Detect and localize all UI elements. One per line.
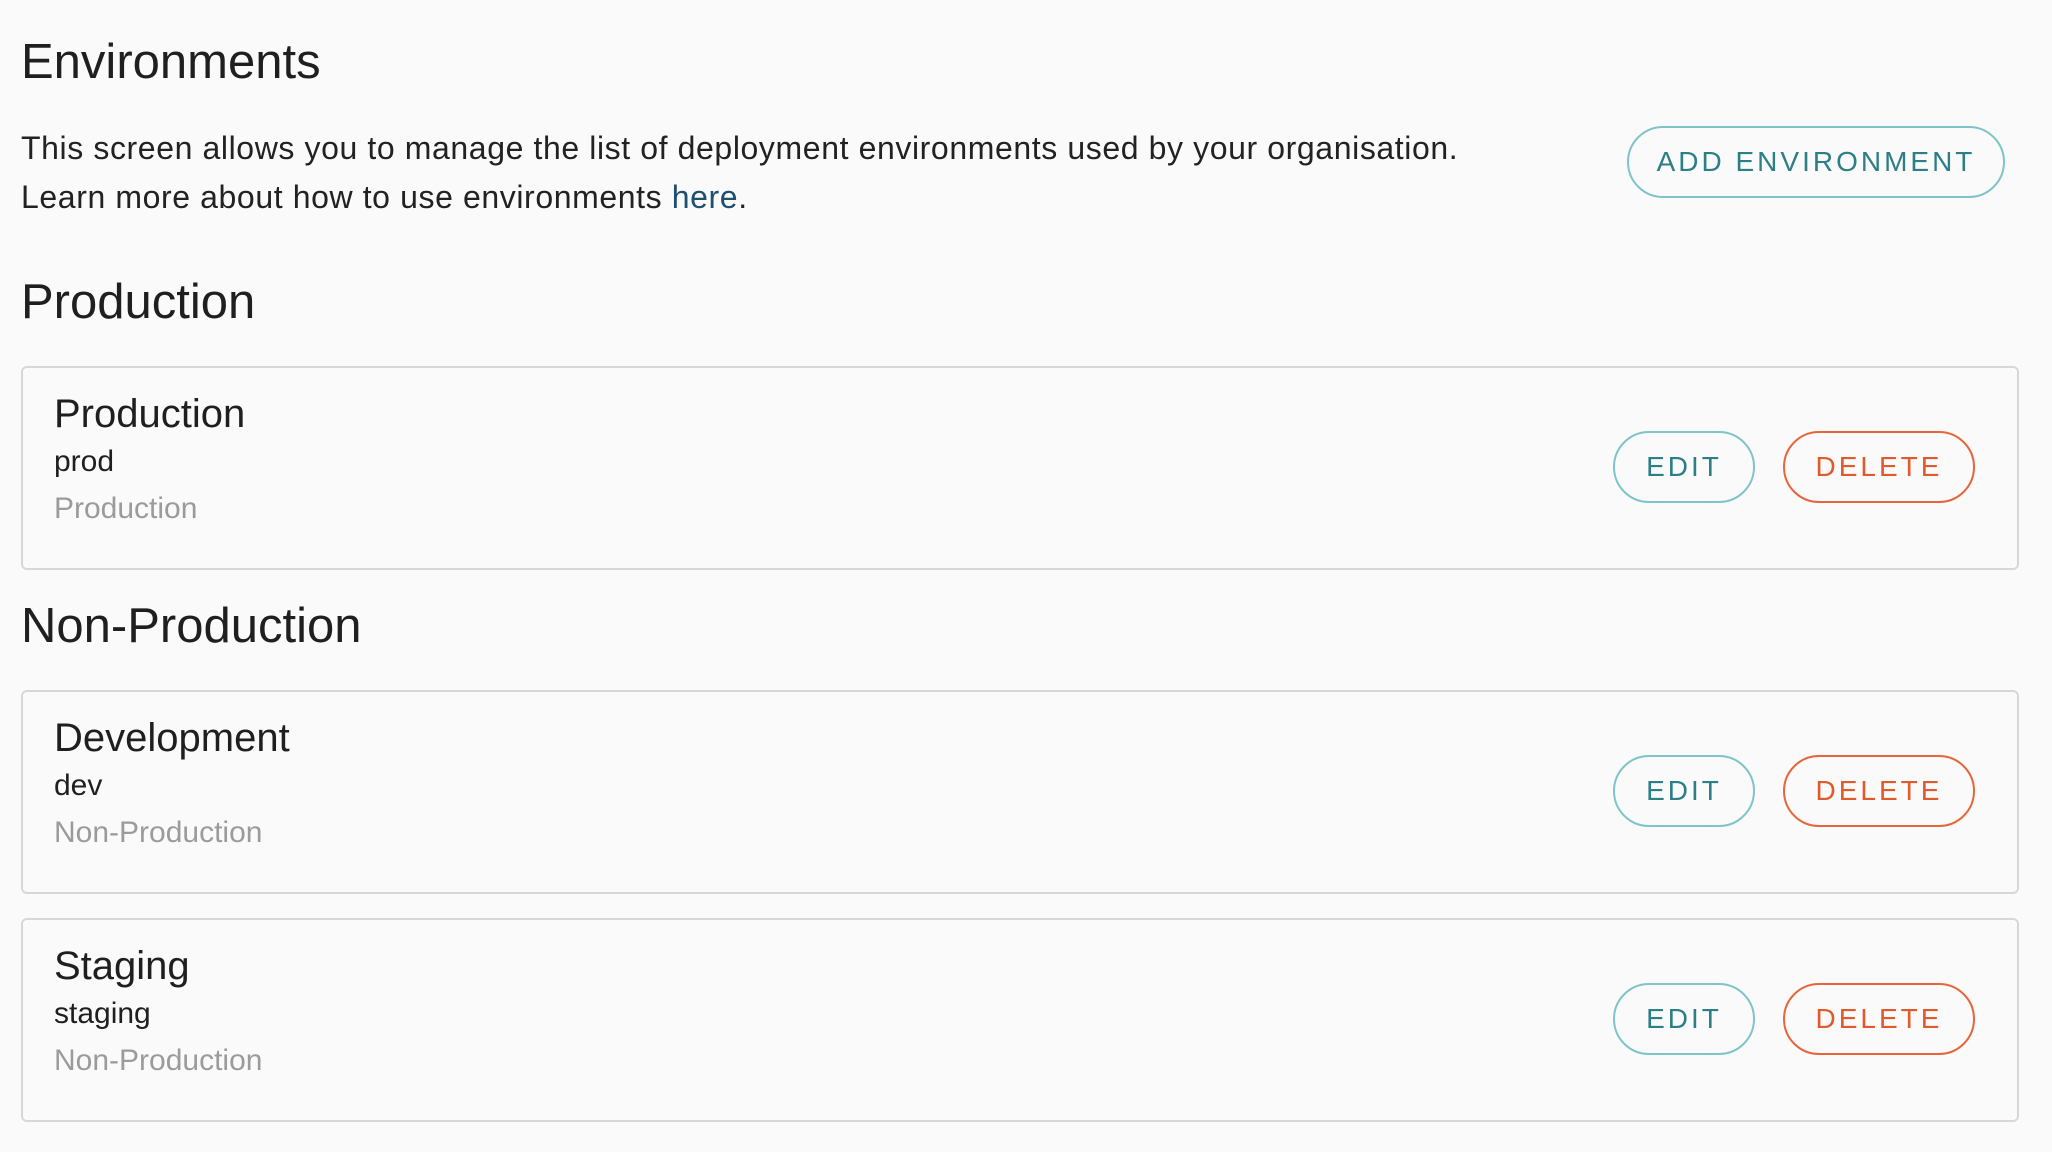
environment-type: Production bbox=[54, 492, 198, 525]
environment-card-production: Production prod Production EDIT DELETE bbox=[21, 366, 2019, 570]
section-title-non-production: Non-Production bbox=[21, 599, 362, 653]
edit-button[interactable]: EDIT bbox=[1613, 983, 1755, 1055]
environment-card-staging: Staging staging Non-Production EDIT DELE… bbox=[21, 918, 2019, 1122]
environment-slug: prod bbox=[54, 445, 115, 478]
environments-page: Environments This screen allows you to m… bbox=[0, 0, 2052, 1152]
delete-button[interactable]: DELETE bbox=[1783, 431, 1975, 503]
environment-name: Staging bbox=[54, 944, 190, 988]
intro-line-2-suffix: . bbox=[738, 179, 748, 215]
page-title: Environments bbox=[21, 35, 321, 89]
environment-type: Non-Production bbox=[54, 816, 263, 849]
environment-name: Production bbox=[54, 392, 246, 436]
edit-button[interactable]: EDIT bbox=[1613, 755, 1755, 827]
environment-slug: dev bbox=[54, 769, 103, 802]
environment-slug: staging bbox=[54, 997, 151, 1030]
edit-button[interactable]: EDIT bbox=[1613, 431, 1755, 503]
environment-name: Development bbox=[54, 716, 290, 760]
delete-button[interactable]: DELETE bbox=[1783, 983, 1975, 1055]
intro-line-1: This screen allows you to manage the lis… bbox=[21, 130, 1459, 166]
add-environment-button[interactable]: ADD ENVIRONMENT bbox=[1627, 126, 2005, 198]
intro-line-2-prefix: Learn more about how to use environments bbox=[21, 179, 672, 215]
intro-text: This screen allows you to manage the lis… bbox=[21, 124, 1458, 222]
environment-card-development: Development dev Non-Production EDIT DELE… bbox=[21, 690, 2019, 894]
environment-type: Non-Production bbox=[54, 1044, 263, 1077]
learn-more-link[interactable]: here bbox=[672, 179, 738, 215]
delete-button[interactable]: DELETE bbox=[1783, 755, 1975, 827]
section-title-production: Production bbox=[21, 275, 256, 329]
